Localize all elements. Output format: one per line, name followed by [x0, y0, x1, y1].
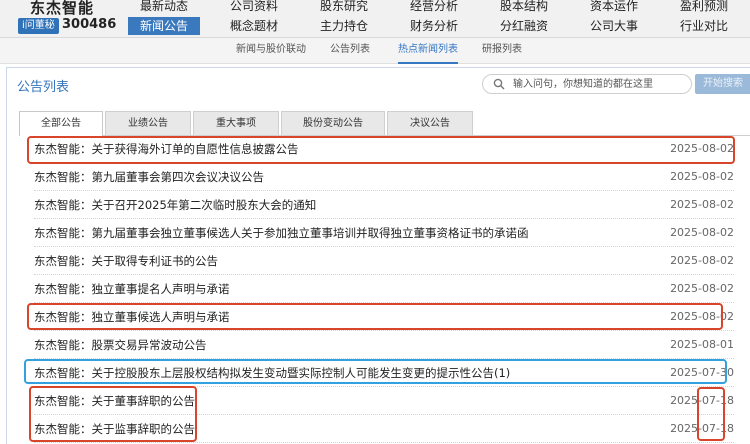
- tab-resolution-announcements[interactable]: 决议公告: [387, 111, 473, 135]
- list-item[interactable]: 东杰智能：第九届董事会独立董事候选人关于参加独立董事培训并取得独立董事资格证书的…: [34, 219, 734, 247]
- nav-shareholder-research[interactable]: 股东研究: [308, 0, 380, 15]
- announcement-title[interactable]: 东杰智能：关于董事辞职的公告: [34, 387, 195, 415]
- panel-title: 公告列表: [17, 80, 70, 95]
- announcement-date: 2025-07-30: [670, 366, 734, 379]
- search-input[interactable]: [513, 76, 688, 92]
- company-block: 东杰智能 i问董秘 300486: [18, 0, 118, 38]
- list-item[interactable]: 东杰智能：关于监事辞职的公告 2025-07-18: [34, 415, 734, 443]
- nav-dividend-financing[interactable]: 分红融资: [488, 17, 560, 35]
- tab-share-change-announcements[interactable]: 股份变动公告: [281, 111, 385, 135]
- subnav-announcement-list[interactable]: 公告列表: [330, 38, 370, 64]
- nav-earnings-forecast[interactable]: 盈利预测: [668, 0, 740, 15]
- list-item[interactable]: 东杰智能：股票交易异常波动公告 2025-08-01: [34, 331, 734, 359]
- announcement-date: 2025-08-02: [670, 310, 734, 323]
- nav-company-events[interactable]: 公司大事: [578, 17, 650, 35]
- sub-nav: 新闻与股价联动 公告列表 热点新闻列表 研报列表: [0, 38, 750, 64]
- announcement-title[interactable]: 东杰智能：关于召开2025年第二次临时股东大会的通知: [34, 191, 316, 219]
- announcement-date: 2025-08-02: [670, 198, 734, 211]
- top-header: 东杰智能 i问董秘 300486 最新动态 公司资料 股东研究 经营分析 股本结…: [0, 0, 750, 38]
- list-item[interactable]: 东杰智能：关于获得海外订单的自愿性信息披露公告 2025-08-02: [34, 135, 734, 163]
- announcement-date: 2025-08-02: [670, 282, 734, 295]
- nav-business-analysis[interactable]: 经营分析: [398, 0, 470, 15]
- list-item[interactable]: 东杰智能：独立董事候选人声明与承诺 2025-08-02: [34, 303, 734, 331]
- subnav-hot-news-list[interactable]: 热点新闻列表: [398, 38, 458, 64]
- announcement-title[interactable]: 东杰智能：独立董事候选人声明与承诺: [34, 303, 230, 331]
- announcement-title[interactable]: 东杰智能：独立董事提名人声明与承诺: [34, 275, 230, 303]
- announcement-date: 2025-08-01: [670, 338, 734, 351]
- announcement-title[interactable]: 东杰智能：关于取得专利证书的公告: [34, 247, 218, 275]
- subnav-news-price-link[interactable]: 新闻与股价联动: [236, 38, 306, 64]
- tab-earnings-announcements[interactable]: 业绩公告: [105, 111, 191, 135]
- nav-capital-operation[interactable]: 资本运作: [578, 0, 650, 15]
- list-item[interactable]: 东杰智能：关于控股股东上层股权结构拟发生变动暨实际控制人可能发生变更的提示性公告…: [34, 359, 734, 387]
- list-item[interactable]: 东杰智能：关于董事辞职的公告 2025-07-18: [34, 387, 734, 415]
- search-box: [482, 74, 692, 94]
- announcement-title[interactable]: 东杰智能：第九届董事会独立董事候选人关于参加独立董事培训并取得独立董事资格证书的…: [34, 219, 529, 247]
- announcement-title[interactable]: 东杰智能：关于获得海外订单的自愿性信息披露公告: [34, 135, 299, 163]
- announcement-date: 2025-07-18: [670, 394, 734, 407]
- tab-all-announcements[interactable]: 全部公告: [19, 111, 103, 136]
- nav-financial-analysis[interactable]: 财务分析: [398, 17, 470, 35]
- main-nav: 最新动态 公司资料 股东研究 经营分析 股本结构 资本运作 盈利预测 新闻公告 …: [128, 0, 750, 38]
- nav-main-holdings[interactable]: 主力持仓: [308, 17, 380, 35]
- announcement-date: 2025-07-18: [670, 422, 734, 435]
- nav-news-announcements[interactable]: 新闻公告: [128, 17, 200, 35]
- search-button[interactable]: 开始搜索: [695, 74, 750, 94]
- subnav-research-report-list[interactable]: 研报列表: [482, 38, 522, 64]
- announcement-title[interactable]: 东杰智能：关于控股股东上层股权结构拟发生变动暨实际控制人可能发生变更的提示性公告…: [34, 359, 510, 387]
- stock-code: 300486: [62, 17, 117, 32]
- list-item[interactable]: 东杰智能：独立董事提名人声明与承诺 2025-08-02: [34, 275, 734, 303]
- nav-latest-news[interactable]: 最新动态: [128, 0, 200, 15]
- announcement-title[interactable]: 东杰智能：股票交易异常波动公告: [34, 331, 207, 359]
- announcement-date: 2025-08-02: [670, 142, 734, 155]
- announcement-date: 2025-08-02: [670, 254, 734, 267]
- announcement-tabs: 全部公告 业绩公告 重大事项 股份变动公告 决议公告: [19, 111, 739, 136]
- company-name: 东杰智能: [30, 0, 95, 17]
- nav-industry-comparison[interactable]: 行业对比: [668, 17, 740, 35]
- announcement-date: 2025-08-02: [670, 170, 734, 183]
- nav-equity-structure[interactable]: 股本结构: [488, 0, 560, 15]
- list-item[interactable]: 东杰智能：关于召开2025年第二次临时股东大会的通知 2025-08-02: [34, 191, 734, 219]
- nav-concept-themes[interactable]: 概念题材: [218, 17, 290, 35]
- nav-company-profile[interactable]: 公司资料: [218, 0, 290, 15]
- announcement-date: 2025-08-02: [670, 226, 734, 239]
- announcement-title[interactable]: 东杰智能：关于监事辞职的公告: [34, 415, 195, 443]
- ask-secretary-badge[interactable]: i问董秘: [18, 18, 59, 34]
- tab-major-events[interactable]: 重大事项: [193, 111, 279, 135]
- list-item[interactable]: 东杰智能：第九届董事会第四次会议决议公告 2025-08-02: [34, 163, 734, 191]
- list-item[interactable]: 东杰智能：关于取得专利证书的公告 2025-08-02: [34, 247, 734, 275]
- search-icon: [493, 78, 505, 90]
- announcement-title[interactable]: 东杰智能：第九届董事会第四次会议决议公告: [34, 163, 264, 191]
